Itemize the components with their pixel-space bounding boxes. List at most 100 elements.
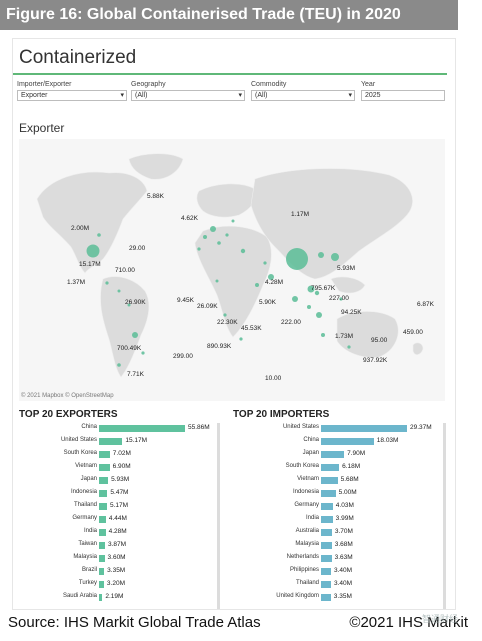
exporter-bar[interactable] (99, 529, 106, 536)
year-input[interactable]: 2025 (361, 90, 445, 101)
bubble-europe-b[interactable] (217, 241, 221, 245)
importer-bar[interactable] (321, 581, 331, 588)
importer-bar[interactable] (321, 464, 340, 471)
exporter-row[interactable]: Indonesia 5.47M (15, 488, 215, 500)
exporter-row[interactable]: United States 15.17M (15, 436, 215, 448)
bubble-japan[interactable] (331, 253, 339, 261)
year-filter[interactable]: Year 2025 (361, 81, 445, 101)
exporter-row[interactable]: Germany 4.44M (15, 514, 215, 526)
exporter-bar[interactable] (99, 594, 103, 601)
bubble-thailand[interactable] (292, 296, 298, 302)
exporter-row[interactable]: India 4.28M (15, 527, 215, 539)
exporter-row[interactable]: Thailand 5.17M (15, 501, 215, 513)
importer-bar[interactable] (321, 529, 332, 536)
exporter-bar[interactable] (99, 451, 110, 458)
bubble-canada[interactable] (97, 233, 101, 237)
bubble-turkey[interactable] (240, 248, 246, 254)
top-importers-list[interactable]: United States 29.37M China 18.03M Japan 7.90M… (237, 423, 443, 609)
bubble-middle-east[interactable] (263, 261, 267, 265)
importer-bar[interactable] (321, 438, 374, 445)
importer-row[interactable]: Japan 7.90M (237, 449, 437, 461)
geography-select[interactable]: (All) ▾ (131, 90, 245, 101)
exporter-row[interactable]: Japan 5.93M (15, 475, 215, 487)
importer-bar[interactable] (321, 477, 338, 484)
bubble-saudi-arabia[interactable] (255, 283, 259, 287)
importer-row[interactable]: United Kingdom 3.35M (237, 592, 437, 604)
importer-bar[interactable] (321, 568, 331, 575)
exporter-bar[interactable] (99, 438, 123, 445)
bubble-africa-a[interactable] (223, 313, 227, 317)
importer-row[interactable]: South Korea 6.18M (237, 462, 437, 474)
exporter-row[interactable]: Turkey 3.20M (15, 579, 215, 591)
geography-filter[interactable]: Geography (All) ▾ (131, 81, 245, 101)
bubble-united-states[interactable] (86, 244, 100, 258)
exporter-row[interactable]: Taiwan 3.87M (15, 540, 215, 552)
importer-bar[interactable] (321, 451, 345, 458)
bubble-australia[interactable] (321, 333, 325, 337)
importer-row[interactable]: Netherlands 3.63M (237, 553, 437, 565)
exporter-bar[interactable] (99, 555, 105, 562)
bubble-africa-b[interactable] (215, 279, 219, 283)
exporter-bar[interactable] (99, 516, 106, 523)
exporter-row[interactable]: Malaysia 3.60M (15, 553, 215, 565)
bubble-germany[interactable] (210, 226, 216, 232)
bubble-europe-d[interactable] (197, 247, 201, 251)
commodity-select[interactable]: (All) ▾ (251, 90, 355, 101)
bubble-europe-c[interactable] (225, 233, 229, 237)
importer-row[interactable]: Thailand 3.40M (237, 579, 437, 591)
exporter-bar[interactable] (99, 542, 105, 549)
importer-row[interactable]: Vietnam 5.68M (237, 475, 437, 487)
importer-row[interactable]: Australia 3.70M (237, 527, 437, 539)
importer-row[interactable]: Philippines 3.40M (237, 566, 437, 578)
exporter-row[interactable]: China 55.86M (15, 423, 215, 435)
importer-row[interactable]: China 18.03M (237, 436, 437, 448)
bubble-indonesia[interactable] (316, 312, 322, 318)
bubble-chile[interactable] (117, 363, 121, 367)
importer-row[interactable]: Malaysia 3.68M (237, 540, 437, 552)
importer-exporter-select[interactable]: Exporter ▾ (17, 90, 127, 101)
exporters-scrollbar[interactable] (217, 423, 220, 609)
bubble-brazil[interactable] (132, 332, 138, 338)
commodity-filter[interactable]: Commodity (All) ▾ (251, 81, 355, 101)
top-exporters-list[interactable]: China 55.86M United States 15.17M South Kore… (15, 423, 221, 609)
bubble-argentina[interactable] (141, 351, 145, 355)
chevron-down-icon[interactable]: ▾ (238, 91, 242, 101)
importer-bar[interactable] (321, 555, 332, 562)
bubble-europe-e[interactable] (231, 219, 235, 223)
bubble-south-africa[interactable] (239, 337, 243, 341)
exporter-row[interactable]: South Korea 7.02M (15, 449, 215, 461)
bubble-korea[interactable] (318, 252, 324, 258)
importer-bar[interactable] (321, 594, 331, 601)
importer-exporter-filter[interactable]: Importer/Exporter Exporter ▾ (17, 81, 127, 101)
bubble-china[interactable] (286, 248, 308, 270)
exporter-bar[interactable] (99, 477, 109, 484)
importers-scrollbar[interactable] (443, 423, 446, 609)
exporter-row[interactable]: Saudi Arabia 2.19M (15, 592, 215, 604)
exporter-country-label: Japan (80, 476, 97, 482)
exporter-bar[interactable] (99, 503, 107, 510)
bubble-new-zealand[interactable] (347, 345, 351, 349)
importer-row[interactable]: Indonesia 5.00M (237, 488, 437, 500)
importer-bar[interactable] (321, 490, 336, 497)
exporter-row[interactable]: Vietnam 6.90M (15, 462, 215, 474)
exporter-bar[interactable] (99, 464, 110, 471)
exporter-bar[interactable] (99, 425, 185, 432)
importer-bar[interactable] (321, 425, 407, 432)
exporter-row[interactable]: Brazil 3.35M (15, 566, 215, 578)
chevron-down-icon[interactable]: ▾ (348, 91, 352, 101)
importer-bar[interactable] (321, 503, 333, 510)
bubble-central-america[interactable] (117, 289, 121, 293)
exporter-bar[interactable] (99, 568, 105, 575)
bubble-malaysia[interactable] (307, 305, 311, 309)
world-map[interactable]: 5.88K 4.62K 1.17M 2.00M 29.00 15.17M 710… (19, 139, 445, 401)
chevron-down-icon[interactable]: ▾ (120, 91, 124, 101)
importer-bar[interactable] (321, 516, 333, 523)
bubble-mexico[interactable] (105, 281, 109, 285)
importer-row[interactable]: Germany 4.03M (237, 501, 437, 513)
importer-row[interactable]: United States 29.37M (237, 423, 437, 435)
exporter-bar[interactable] (99, 581, 104, 588)
importer-row[interactable]: India 3.99M (237, 514, 437, 526)
exporter-bar[interactable] (99, 490, 108, 497)
importer-bar[interactable] (321, 542, 332, 549)
bubble-europe-a[interactable] (203, 235, 207, 239)
